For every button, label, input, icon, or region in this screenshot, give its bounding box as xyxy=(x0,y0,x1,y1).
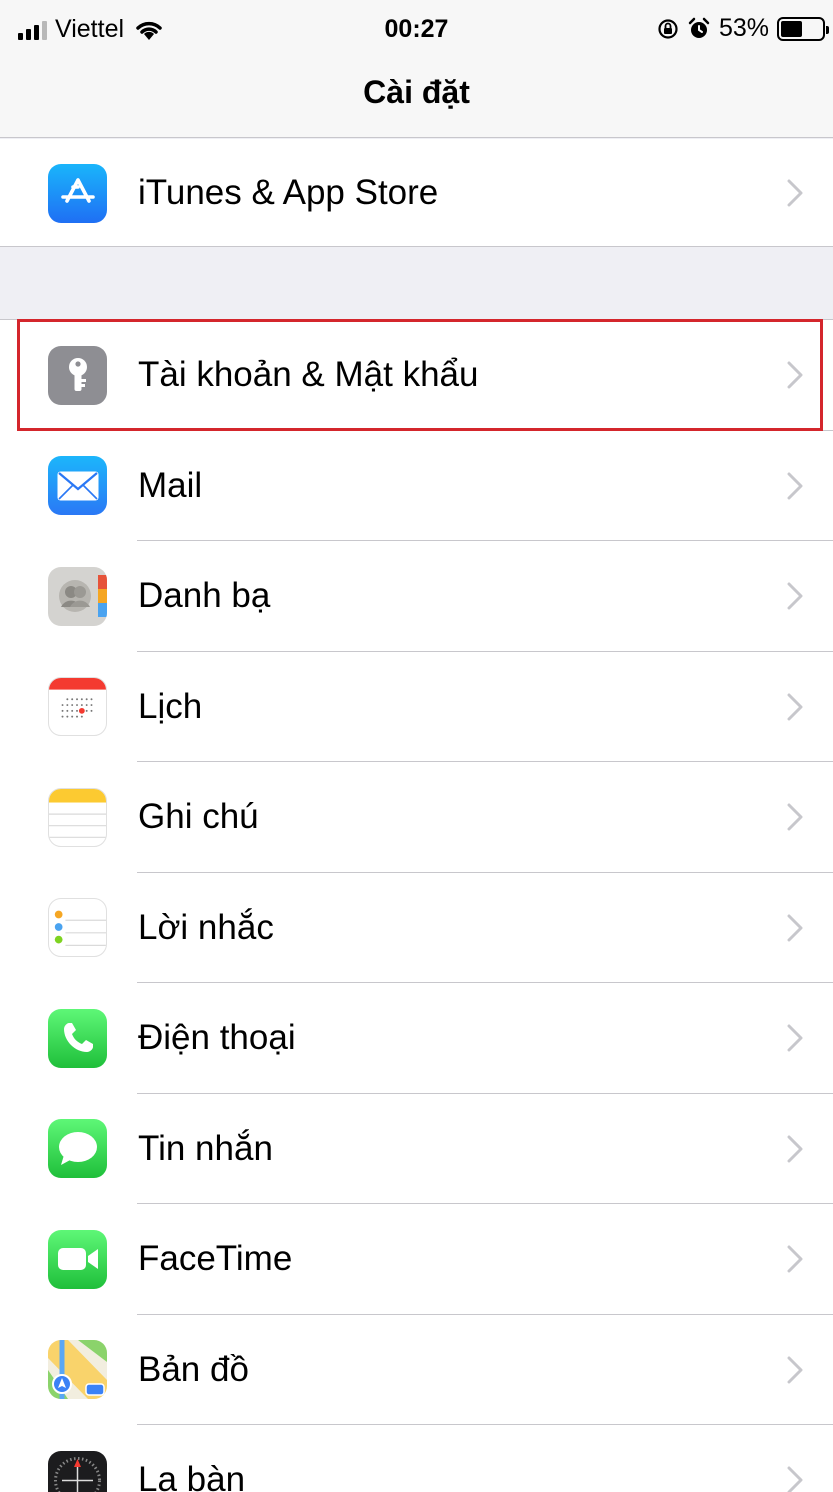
facetime-icon xyxy=(48,1229,107,1289)
settings-row-label: Mail xyxy=(138,465,203,505)
app-store-icon xyxy=(48,163,107,223)
chevron-right-icon xyxy=(787,693,803,721)
settings-row-label: Lời nhắc xyxy=(138,907,274,947)
settings-row-label: Lịch xyxy=(138,686,203,726)
status-bar-right: 53% xyxy=(657,14,829,43)
chevron-right-icon xyxy=(787,1466,803,1492)
messages-icon xyxy=(48,1119,107,1179)
settings-row-messages[interactable]: Tin nhắn xyxy=(0,1094,833,1204)
battery-icon xyxy=(777,16,829,41)
chevron-right-icon xyxy=(787,582,803,610)
contacts-icon xyxy=(48,566,107,626)
reminders-icon xyxy=(48,898,107,958)
settings-row-label: Ghi chú xyxy=(138,797,259,837)
settings-row-label: iTunes & App Store xyxy=(138,173,439,212)
settings-row-notes[interactable]: Ghi chú xyxy=(0,762,833,873)
battery-fill xyxy=(781,20,803,37)
chevron-right-icon xyxy=(787,1024,803,1052)
settings-group-apps: Tài khoản & Mật khẩu Mail Danh bạ Lịch G… xyxy=(0,319,833,1492)
settings-row-facetime[interactable]: FaceTime xyxy=(0,1204,833,1315)
settings-row-contacts[interactable]: Danh bạ xyxy=(0,541,833,652)
chevron-right-icon xyxy=(787,914,803,942)
settings-row-label: FaceTime xyxy=(138,1239,293,1279)
key-icon xyxy=(48,345,107,405)
calendar-icon xyxy=(48,677,107,737)
settings-row-label: Bản đồ xyxy=(138,1349,249,1389)
settings-row-mail[interactable]: Mail xyxy=(0,431,833,541)
navigation-bar: Cài đặt xyxy=(0,60,833,138)
settings-row-label: Tài khoản & Mật khẩu xyxy=(138,355,479,395)
settings-row-reminders[interactable]: Lời nhắc xyxy=(0,873,833,983)
chevron-right-icon xyxy=(787,1356,803,1384)
phone-icon xyxy=(48,1008,107,1068)
mail-icon xyxy=(48,456,107,516)
settings-group-store: iTunes & App Store xyxy=(0,139,833,247)
settings-row-maps[interactable]: Bản đồ xyxy=(0,1315,833,1425)
chevron-right-icon xyxy=(787,1245,803,1273)
compass-icon xyxy=(48,1450,107,1492)
alarm-icon xyxy=(688,17,710,38)
chevron-right-icon xyxy=(787,179,803,207)
battery-percent: 53% xyxy=(718,14,769,42)
notes-icon xyxy=(48,787,107,847)
status-bar: Viettel 00:27 53% xyxy=(0,0,833,60)
settings-row-label: La bàn xyxy=(138,1460,246,1492)
settings-row-compass[interactable]: La bàn xyxy=(0,1425,833,1492)
chevron-right-icon xyxy=(787,361,803,389)
chevron-right-icon xyxy=(787,472,803,500)
settings-screen: Viettel 00:27 53% Cài đặt iTunes & App S… xyxy=(0,0,833,1492)
settings-row-calendar[interactable]: Lịch xyxy=(0,652,833,762)
settings-row-phone[interactable]: Điện thoại xyxy=(0,983,833,1094)
settings-row-label: Điện thoại xyxy=(138,1018,296,1058)
page-title: Cài đặt xyxy=(363,74,470,110)
settings-row-label: Danh bạ xyxy=(138,576,271,616)
maps-icon xyxy=(48,1340,107,1400)
rotation-lock-icon xyxy=(658,18,678,39)
chevron-right-icon xyxy=(787,1135,803,1163)
settings-row-label: Tin nhắn xyxy=(138,1128,273,1168)
settings-row-itunes-app-store[interactable]: iTunes & App Store xyxy=(0,139,833,247)
chevron-right-icon xyxy=(787,803,803,831)
settings-row-accounts-passwords[interactable]: Tài khoản & Mật khẩu xyxy=(0,320,833,431)
